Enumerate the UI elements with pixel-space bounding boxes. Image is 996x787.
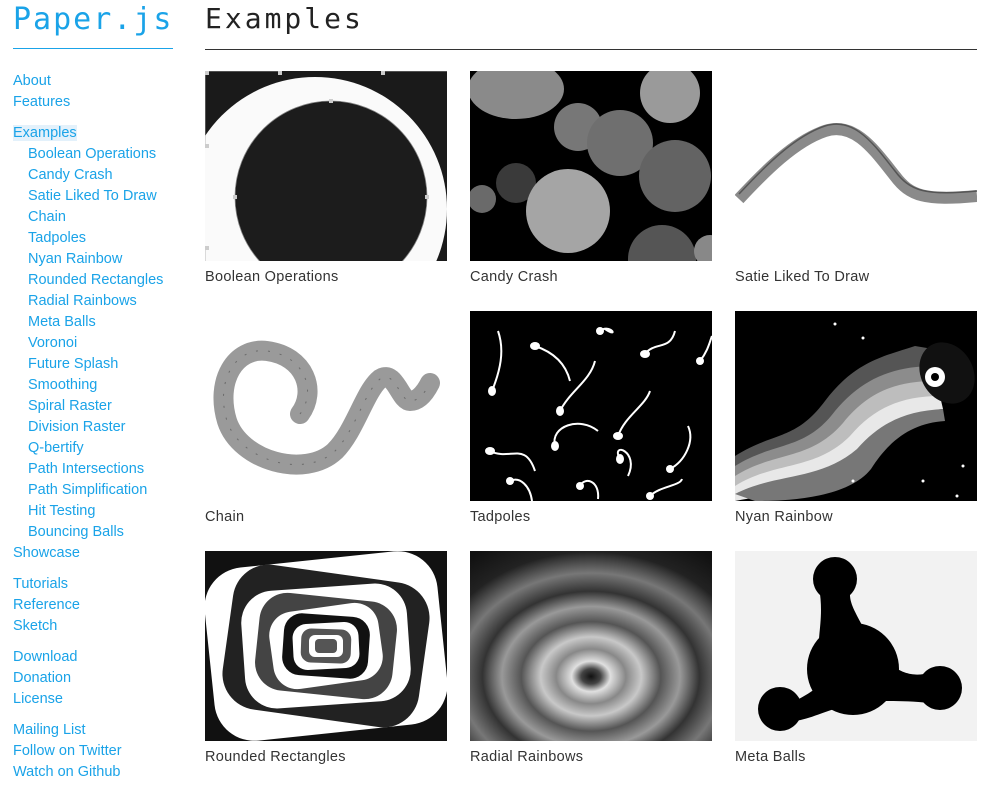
sidebar-item-reference[interactable]: Reference: [13, 595, 163, 616]
sidebar-item-voronoi[interactable]: Voronoi: [13, 333, 163, 354]
boolean-operations-thumbnail[interactable]: [205, 71, 447, 261]
example-card-chain[interactable]: Chain: [205, 311, 447, 527]
sidebar-item-future-splash[interactable]: Future Splash: [13, 354, 163, 375]
sidebar-item-label: Chain: [28, 209, 66, 225]
example-caption[interactable]: Candy Crash: [470, 267, 712, 287]
sidebar-item-label: Rounded Rectangles: [28, 272, 164, 288]
sidebar-item-download[interactable]: Download: [13, 647, 163, 668]
sidebar-item-label: Hit Testing: [28, 503, 96, 519]
title-underline: [205, 49, 977, 50]
sidebar-item-label: Candy Crash: [28, 167, 113, 183]
sidebar-item-examples[interactable]: Examples: [13, 123, 163, 144]
sidebar-item-label: Bouncing Balls: [28, 524, 124, 540]
sidebar-item-spiral-raster[interactable]: Spiral Raster: [13, 396, 163, 417]
sidebar-item-mailing-list[interactable]: Mailing List: [13, 720, 163, 741]
sidebar-item-label: Download: [13, 649, 78, 665]
sidebar-item-sketch[interactable]: Sketch: [13, 616, 163, 637]
example-caption[interactable]: Rounded Rectangles: [205, 747, 447, 767]
chain-thumbnail[interactable]: [205, 311, 447, 501]
nyan-rainbow-thumbnail[interactable]: [735, 311, 977, 501]
sidebar-item-label: Radial Rainbows: [28, 293, 137, 309]
brand-logo[interactable]: Paper.js: [13, 2, 174, 37]
example-caption[interactable]: Boolean Operations: [205, 267, 447, 287]
sidebar-item-label: Showcase: [13, 545, 80, 561]
sidebar-item-chain[interactable]: Chain: [13, 207, 163, 228]
example-card-boolean-operations[interactable]: Boolean Operations: [205, 71, 447, 287]
sidebar-item-license[interactable]: License: [13, 689, 163, 710]
sidebar-item-q-bertify[interactable]: Q-bertify: [13, 438, 163, 459]
sidebar-item-about[interactable]: About: [13, 71, 163, 92]
sidebar-item-candy-crash[interactable]: Candy Crash: [13, 165, 163, 186]
example-caption[interactable]: Chain: [205, 507, 447, 527]
sidebar-item-label: Satie Liked To Draw: [28, 188, 157, 204]
sidebar-item-radial-rainbows[interactable]: Radial Rainbows: [13, 291, 163, 312]
sidebar-item-label: Voronoi: [28, 335, 78, 351]
sidebar-item-bouncing-balls[interactable]: Bouncing Balls: [13, 522, 163, 543]
sidebar-item-label: Smoothing: [28, 377, 98, 393]
sidebar-item-tadpoles[interactable]: Tadpoles: [13, 228, 163, 249]
sidebar-item-donation[interactable]: Donation: [13, 668, 163, 689]
sidebar-item-label: Path Intersections: [28, 461, 145, 477]
sidebar-nav: About Features Examples Boolean Operations C…: [13, 71, 163, 783]
sidebar-item-label: Division Raster: [28, 419, 126, 435]
example-card-rounded-rectangles[interactable]: Rounded Rectangles: [205, 551, 447, 767]
example-card-satie-liked-to-draw[interactable]: Satie Liked To Draw: [735, 71, 977, 287]
sidebar-item-label: Q-bertify: [28, 440, 84, 456]
rounded-rectangles-thumbnail[interactable]: [205, 551, 447, 741]
candy-crash-thumbnail[interactable]: [470, 71, 712, 261]
example-card-radial-rainbows[interactable]: Radial Rainbows: [470, 551, 712, 767]
example-caption[interactable]: Meta Balls: [735, 747, 977, 767]
meta-balls-thumbnail[interactable]: [735, 551, 977, 741]
sidebar-item-label: Meta Balls: [28, 314, 96, 330]
sidebar-item-boolean-operations[interactable]: Boolean Operations: [13, 144, 163, 165]
example-card-tadpoles[interactable]: Tadpoles: [470, 311, 712, 527]
example-caption[interactable]: Satie Liked To Draw: [735, 267, 977, 287]
sidebar-item-label: Examples: [13, 125, 77, 141]
example-card-meta-balls[interactable]: Meta Balls: [735, 551, 977, 767]
sidebar-item-nyan-rainbow[interactable]: Nyan Rainbow: [13, 249, 163, 270]
sidebar-item-label: Spiral Raster: [28, 398, 112, 414]
sidebar-item-label: Sketch: [13, 618, 58, 634]
brand-underline: [13, 48, 173, 49]
sidebar-item-label: Reference: [13, 597, 80, 613]
satie-liked-to-draw-thumbnail[interactable]: [735, 71, 977, 261]
sidebar-item-label: Boolean Operations: [28, 146, 157, 162]
sidebar-item-label: Donation: [13, 670, 72, 686]
sidebar-item-label: Tadpoles: [28, 230, 87, 246]
sidebar-item-path-simplification[interactable]: Path Simplification: [13, 480, 163, 501]
sidebar-item-satie-liked-to-draw[interactable]: Satie Liked To Draw: [13, 186, 163, 207]
sidebar-item-showcase[interactable]: Showcase: [13, 543, 163, 564]
sidebar-item-features[interactable]: Features: [13, 92, 163, 113]
sidebar-item-label: Features: [13, 94, 71, 110]
sidebar-item-follow-on-twitter[interactable]: Follow on Twitter: [13, 741, 163, 762]
example-card-nyan-rainbow[interactable]: Nyan Rainbow: [735, 311, 977, 527]
sidebar-item-smoothing[interactable]: Smoothing: [13, 375, 163, 396]
sidebar-item-label: Nyan Rainbow: [28, 251, 123, 267]
sidebar-item-label: License: [13, 691, 63, 707]
sidebar-item-label: Follow on Twitter: [13, 743, 122, 759]
example-caption[interactable]: Radial Rainbows: [470, 747, 712, 767]
sidebar-item-rounded-rectangles[interactable]: Rounded Rectangles: [13, 270, 163, 291]
sidebar-item-label: Path Simplification: [28, 482, 148, 498]
sidebar-item-hit-testing[interactable]: Hit Testing: [13, 501, 163, 522]
sidebar-item-tutorials[interactable]: Tutorials: [13, 574, 163, 595]
sidebar-item-meta-balls[interactable]: Meta Balls: [13, 312, 163, 333]
sidebar-item-label: Tutorials: [13, 576, 69, 592]
example-caption[interactable]: Nyan Rainbow: [735, 507, 977, 527]
example-caption[interactable]: Tadpoles: [470, 507, 712, 527]
sidebar-item-label: Watch on Github: [13, 764, 121, 780]
sidebar-item-label: Future Splash: [28, 356, 119, 372]
sidebar-item-path-intersections[interactable]: Path Intersections: [13, 459, 163, 480]
radial-rainbows-thumbnail[interactable]: [470, 551, 712, 741]
tadpoles-thumbnail[interactable]: [470, 311, 712, 501]
sidebar-item-watch-on-github[interactable]: Watch on Github: [13, 762, 163, 783]
example-card-candy-crash[interactable]: Candy Crash: [470, 71, 712, 287]
page-title: Examples: [205, 2, 364, 35]
sidebar-item-label: Mailing List: [13, 722, 86, 738]
sidebar-item-division-raster[interactable]: Division Raster: [13, 417, 163, 438]
sidebar-item-label: About: [13, 73, 51, 89]
